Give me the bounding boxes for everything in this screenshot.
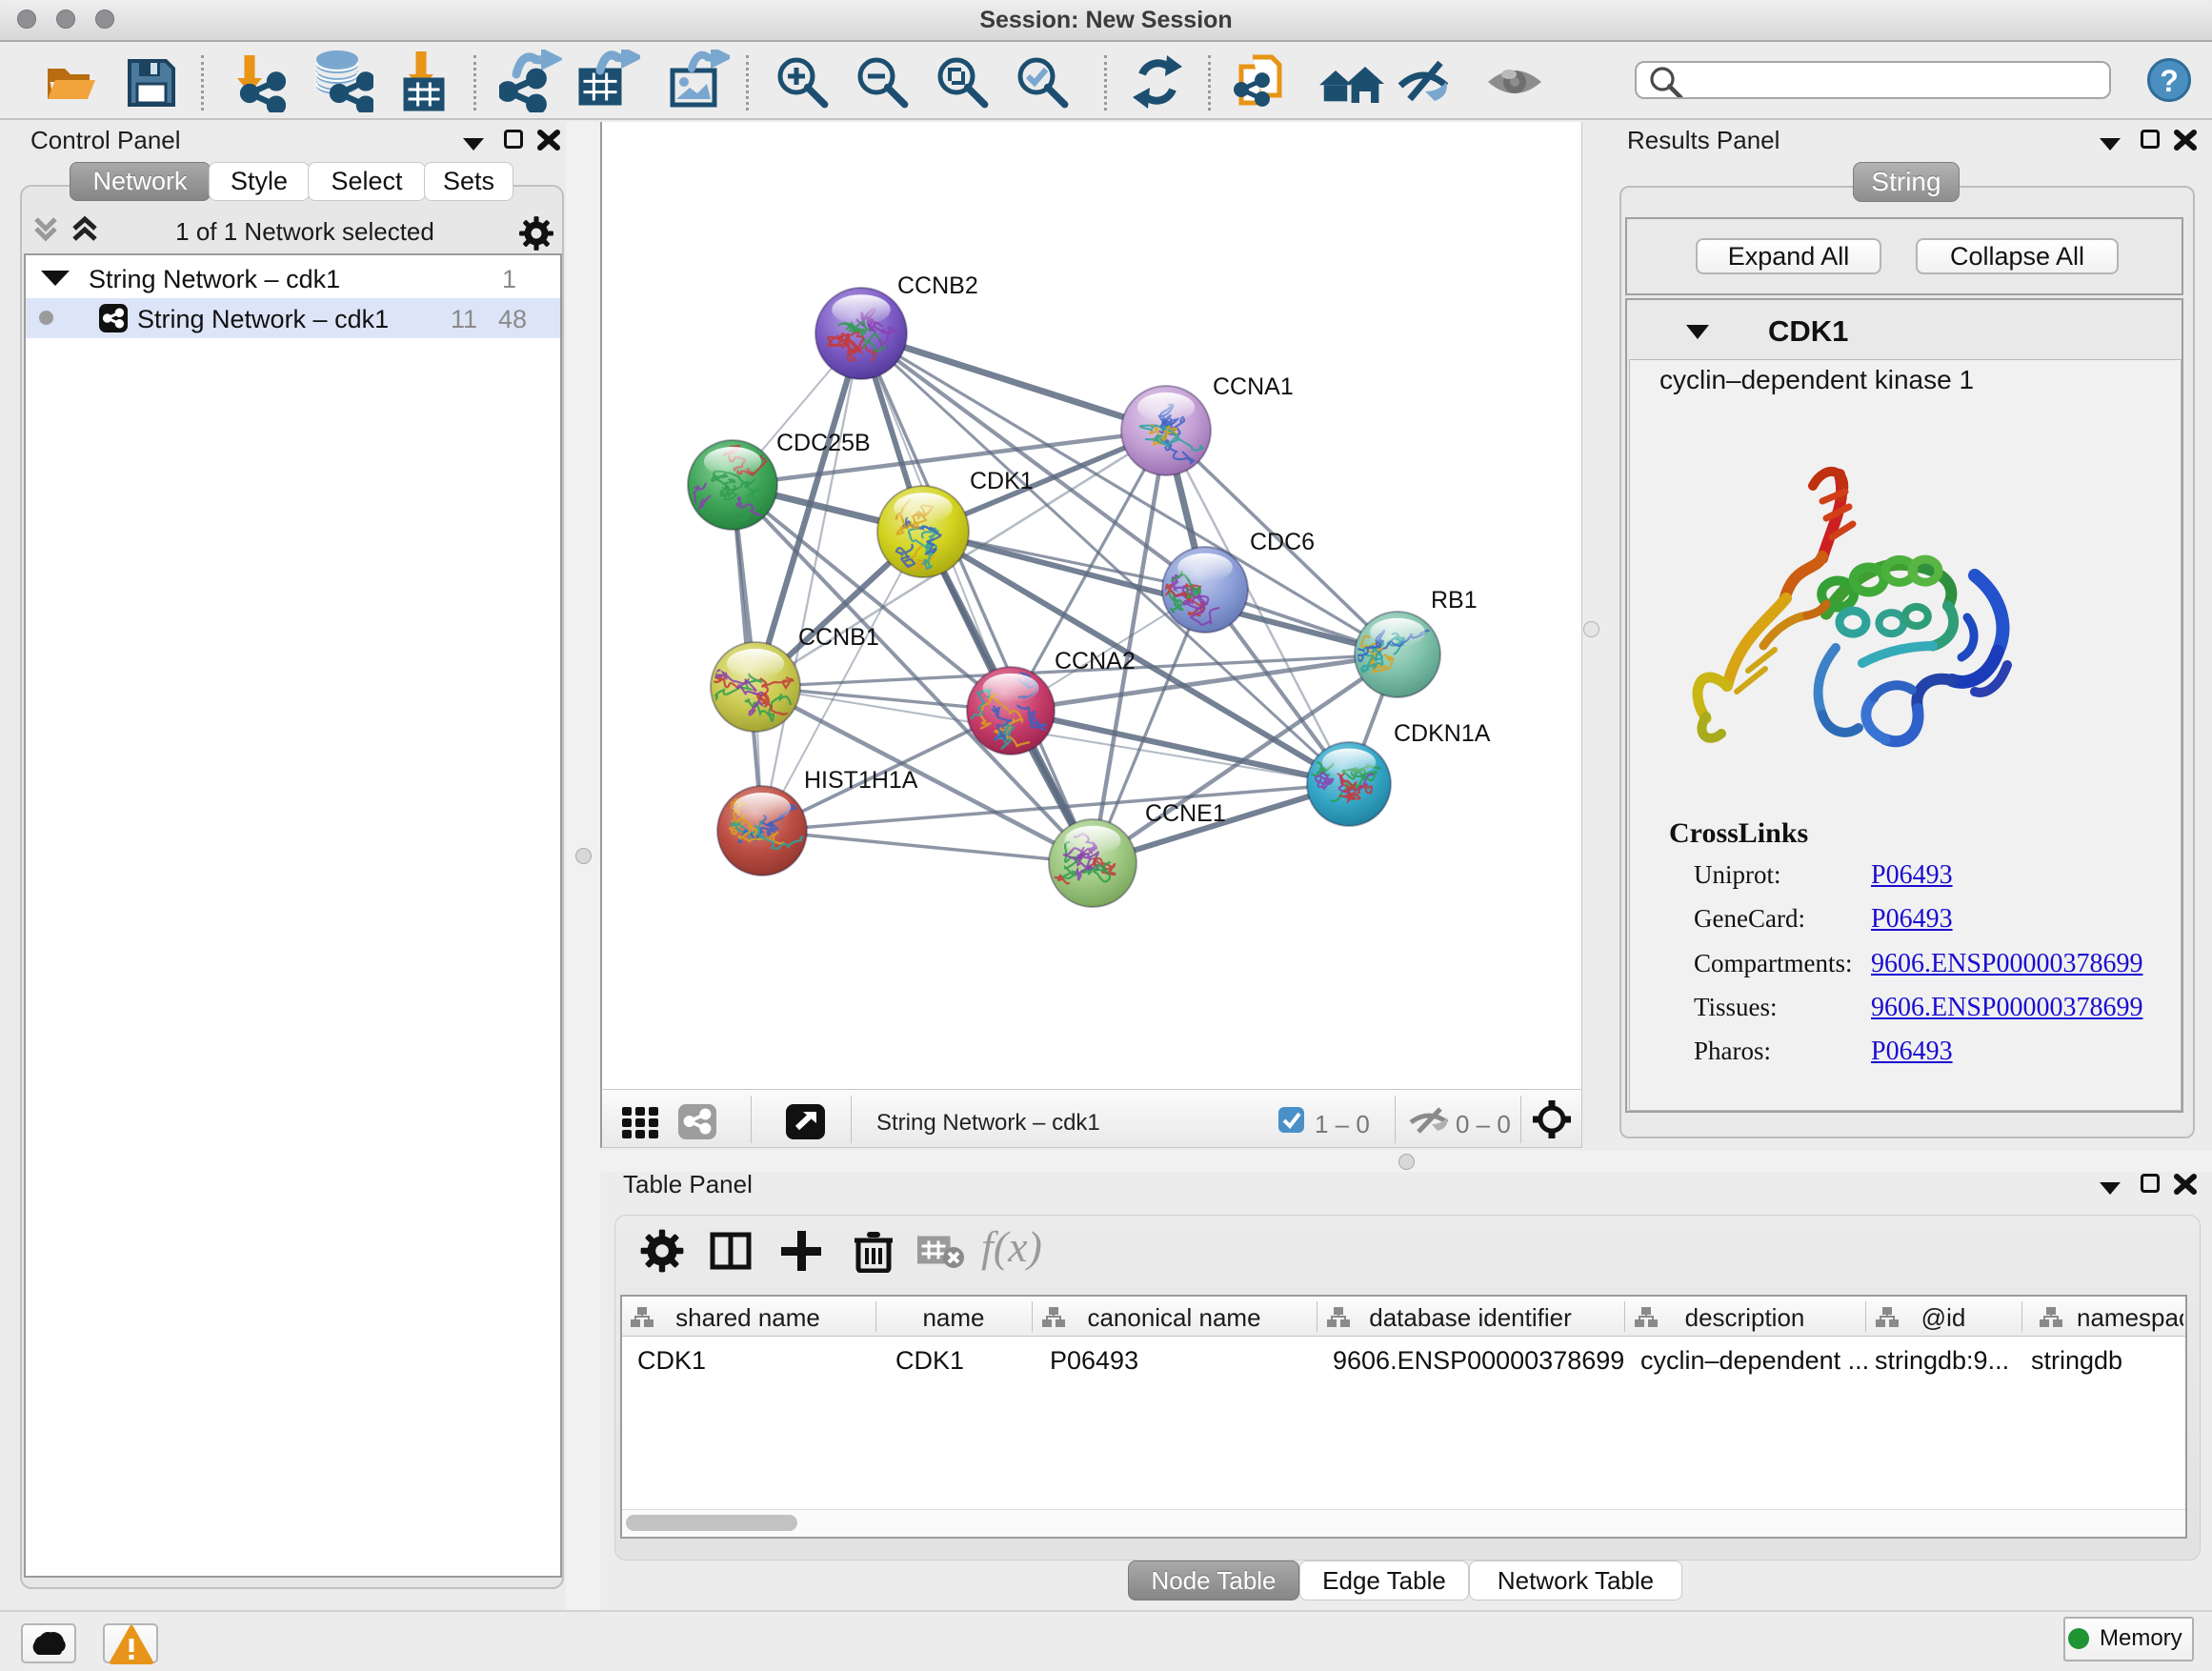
svg-text:CCNA1: CCNA1 bbox=[1213, 373, 1294, 400]
svg-text:CDC25B: CDC25B bbox=[776, 430, 871, 456]
svg-text:CDK1: CDK1 bbox=[970, 468, 1034, 494]
svg-text:CCNE1: CCNE1 bbox=[1145, 800, 1226, 827]
svg-text:CCNA2: CCNA2 bbox=[1055, 648, 1136, 674]
svg-text:CDKN1A: CDKN1A bbox=[1394, 720, 1491, 747]
svg-text:HIST1H1A: HIST1H1A bbox=[804, 767, 918, 794]
svg-text:CCNB1: CCNB1 bbox=[798, 624, 879, 651]
svg-text:RB1: RB1 bbox=[1431, 587, 1478, 614]
svg-text:CDC6: CDC6 bbox=[1250, 529, 1315, 555]
svg-text:CCNB2: CCNB2 bbox=[897, 272, 978, 299]
